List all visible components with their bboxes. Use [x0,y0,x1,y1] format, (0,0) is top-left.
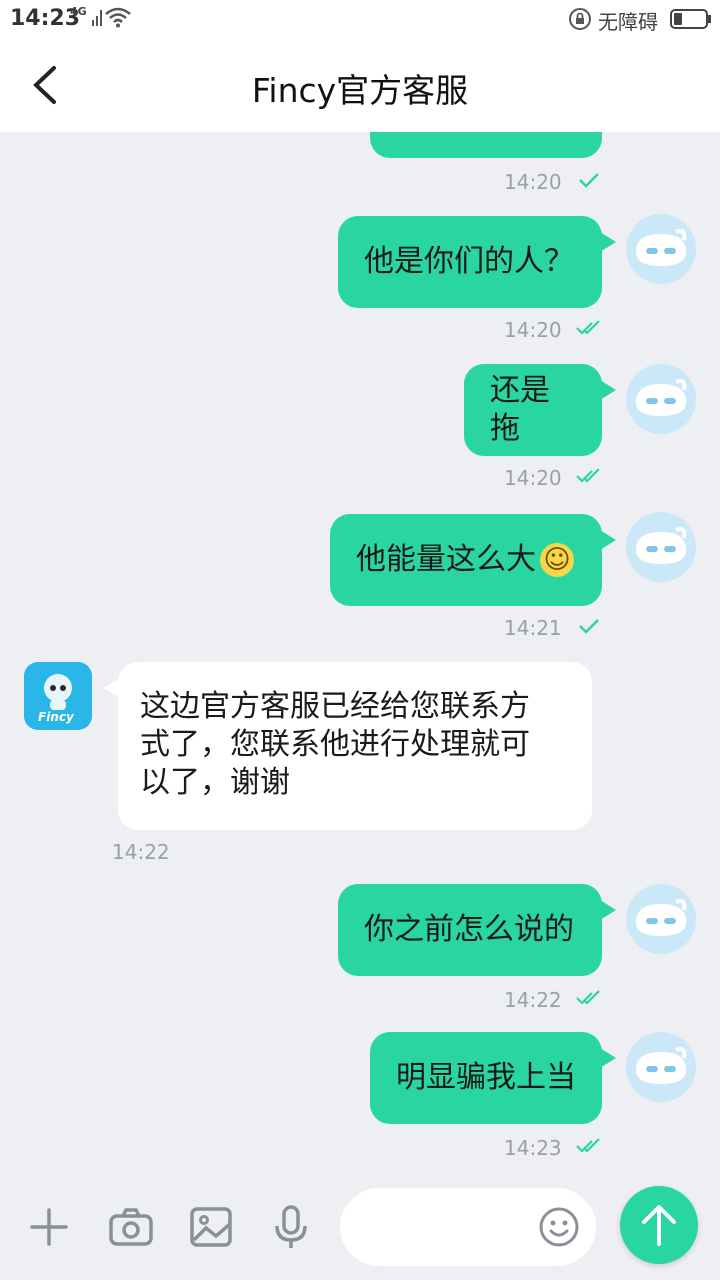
arrow-up-icon [642,1205,676,1246]
robot-face-icon [636,229,687,266]
robot-face-icon [636,527,687,564]
message-line: 式了，您联系他进行处理就可 [140,727,530,762]
bot-avatar[interactable]: Fincy [24,662,92,730]
read-double-check-icon [576,990,600,1005]
message-text: 明显骗我上当 [396,1060,576,1095]
message-bubble-sent[interactable]: 明显骗我上当 [370,1032,616,1124]
signal-icon [92,10,102,26]
bot-brand-label: Fincy [38,710,74,724]
message-timestamp: 14:22 [112,840,170,864]
page-title: Fincy官方客服 [251,71,469,110]
message-bubble-sent[interactable] [370,132,602,158]
robot-face-icon [636,1047,687,1084]
wifi-icon [105,7,131,28]
accessibility-label: 无障碍 [598,10,658,34]
message-list[interactable]: 14:20 他是你们的人？ 14:20 还是拖 14:20 他能量这么大 ☺ 1… [0,132,720,1180]
user-avatar[interactable] [626,884,696,954]
message-timestamp: 14:20 [504,466,562,490]
message-timestamp: 14:21 [504,616,562,640]
read-double-check-icon [576,320,600,335]
status-bar: 14:23 4G 无障碍 [0,0,720,38]
message-bubble-sent[interactable]: 他能量这么大 ☺ [330,514,616,606]
message-text: 还是拖 [490,373,550,446]
message-input[interactable] [360,1206,534,1248]
read-double-check-icon [576,468,600,483]
message-line: 这边官方客服已经给您联系方 [140,689,530,724]
sent-check-icon [579,173,599,188]
message-bubble-sent[interactable]: 他是你们的人？ [338,216,616,308]
message-text: 你之前怎么说的 [364,912,574,947]
message-line: 以了，谢谢 [140,765,290,800]
message-timestamp: 14:20 [504,318,562,342]
user-avatar[interactable] [626,364,696,434]
network-type: 4G [70,5,87,18]
camera-icon[interactable] [106,1202,156,1252]
sent-check-icon [579,619,599,634]
message-timestamp: 14:22 [504,988,562,1012]
chat-header: Fincy官方客服 [0,38,720,132]
robot-face-icon [636,899,687,936]
robot-face-icon [636,379,687,416]
battery-icon [670,9,711,29]
composer-bar [0,1180,720,1280]
message-input-container[interactable] [340,1188,596,1266]
message-text: 他能量这么大 [356,542,536,577]
microphone-icon[interactable] [266,1202,316,1252]
plus-icon[interactable] [24,1202,74,1252]
message-text: 他是你们的人？ [364,244,574,279]
message-timestamp: 14:20 [504,170,562,194]
user-avatar[interactable] [626,512,696,582]
message-bubble-sent[interactable]: 还是拖 [464,364,616,456]
user-avatar[interactable] [626,214,696,284]
message-bubble-received[interactable]: 这边官方客服已经给您联系方 式了，您联系他进行处理就可 以了，谢谢 [104,662,592,830]
read-double-check-icon [576,1138,600,1153]
lock-rotation-icon [569,8,591,30]
user-avatar[interactable] [626,1032,696,1102]
smile-emoji: ☺ [540,543,574,577]
message-timestamp: 14:23 [504,1136,562,1160]
message-bubble-sent[interactable]: 你之前怎么说的 [338,884,616,976]
emoji-icon[interactable] [538,1206,580,1248]
send-button[interactable] [620,1186,698,1264]
image-icon[interactable] [186,1202,236,1252]
